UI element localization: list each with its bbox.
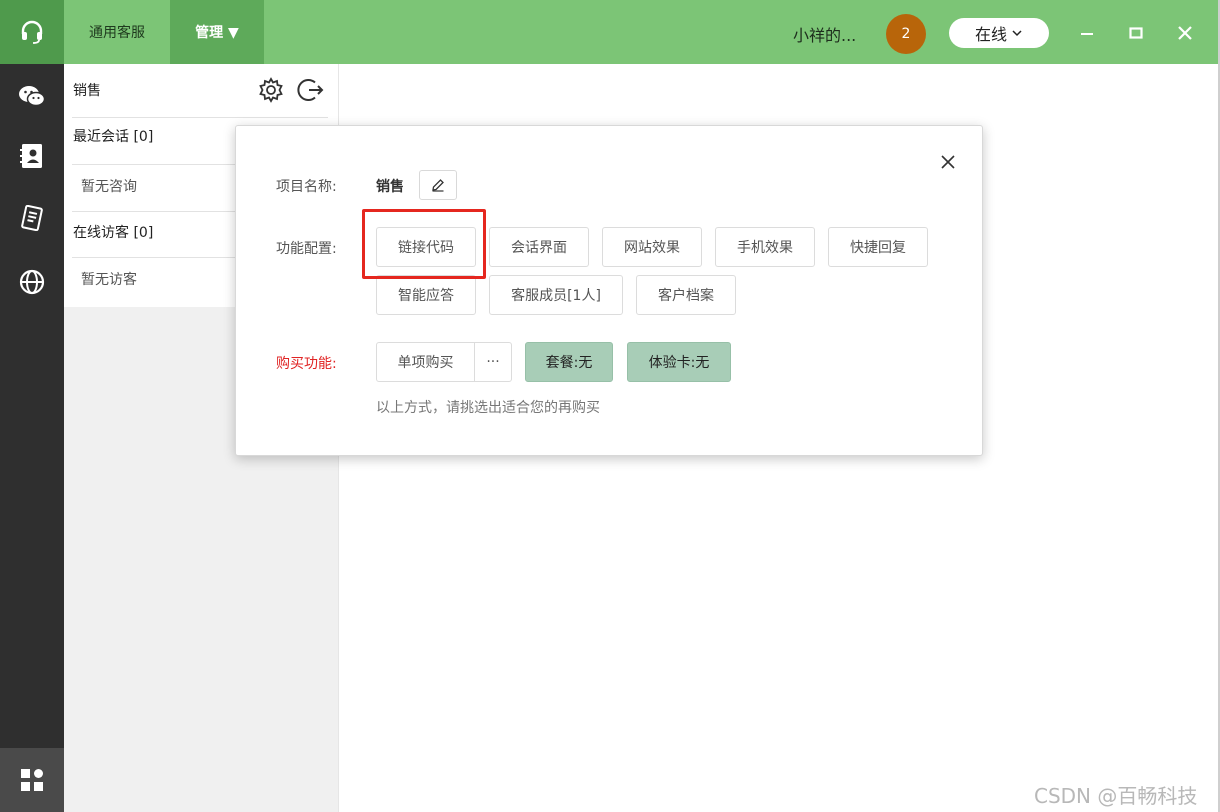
gear-icon[interactable] — [257, 76, 285, 104]
apps-icon[interactable] — [0, 748, 64, 812]
config-label: 功能配置: — [276, 241, 337, 257]
smart-reply-button[interactable]: 智能应答 — [376, 275, 476, 315]
highlight-box — [362, 209, 486, 279]
website-effect-button[interactable]: 网站效果 — [602, 227, 702, 267]
project-settings-dialog: 项目名称: 销售 功能配置: 链接代码 会话界面 网站效果 手机效果 快捷回复 … — [235, 125, 983, 456]
online-visitors-empty: 暂无访客 — [81, 272, 137, 288]
user-name[interactable]: 小祥的... — [793, 22, 856, 46]
chevron-down-icon — [1012, 30, 1022, 37]
recent-sessions-empty: 暂无咨询 — [81, 179, 137, 195]
chat-ui-button[interactable]: 会话界面 — [489, 227, 589, 267]
purchase-hint: 以上方式，请挑选出适合您的再购买 — [376, 400, 600, 416]
service-members-button[interactable]: 客服成员[1人] — [489, 275, 623, 315]
recent-sessions-label[interactable]: 最近会话 [0] — [73, 126, 153, 146]
divider — [72, 117, 328, 118]
close-icon[interactable] — [936, 150, 960, 174]
logout-icon[interactable] — [297, 76, 325, 104]
tab-manage[interactable]: 管理 ▼ — [170, 0, 264, 64]
top-bar: 通用客服 管理 ▼ 小祥的... 2 在线 — [0, 0, 1220, 64]
quick-reply-button[interactable]: 快捷回复 — [828, 227, 928, 267]
buy-features-label: 购买功能: — [276, 356, 337, 372]
project-name-label: 项目名称: — [276, 179, 337, 195]
status-label: 在线 — [974, 25, 1007, 44]
wechat-icon[interactable] — [0, 64, 64, 128]
close-icon[interactable] — [1170, 18, 1200, 48]
trial-card-button[interactable]: 体验卡:无 — [627, 342, 731, 382]
customer-profile-button[interactable]: 客户档案 — [636, 275, 736, 315]
more-options-button[interactable]: ··· — [475, 343, 511, 381]
contacts-icon[interactable] — [0, 124, 64, 188]
project-title: 销售 — [73, 83, 101, 99]
project-name-value: 销售 — [376, 179, 404, 195]
status-dropdown[interactable]: 在线 — [949, 18, 1049, 48]
buy-button-group: 单项购买 ··· — [376, 342, 512, 382]
maximize-icon[interactable] — [1121, 18, 1151, 48]
edit-project-button[interactable] — [419, 170, 457, 200]
globe-icon[interactable] — [0, 250, 64, 314]
mobile-effect-button[interactable]: 手机效果 — [715, 227, 815, 267]
notification-badge[interactable]: 2 — [886, 14, 926, 54]
tab-general-service[interactable]: 通用客服 — [64, 0, 170, 64]
single-purchase-button[interactable]: 单项购买 — [377, 343, 475, 381]
headset-icon[interactable] — [0, 0, 64, 64]
pencil-icon — [432, 179, 444, 192]
left-rail — [0, 64, 64, 812]
online-visitors-label[interactable]: 在线访客 [0] — [73, 222, 153, 242]
minimize-icon[interactable] — [1072, 18, 1102, 48]
package-button[interactable]: 套餐:无 — [525, 342, 613, 382]
watermark: CSDN @百畅科技 — [1034, 784, 1198, 808]
records-icon[interactable] — [0, 186, 64, 250]
